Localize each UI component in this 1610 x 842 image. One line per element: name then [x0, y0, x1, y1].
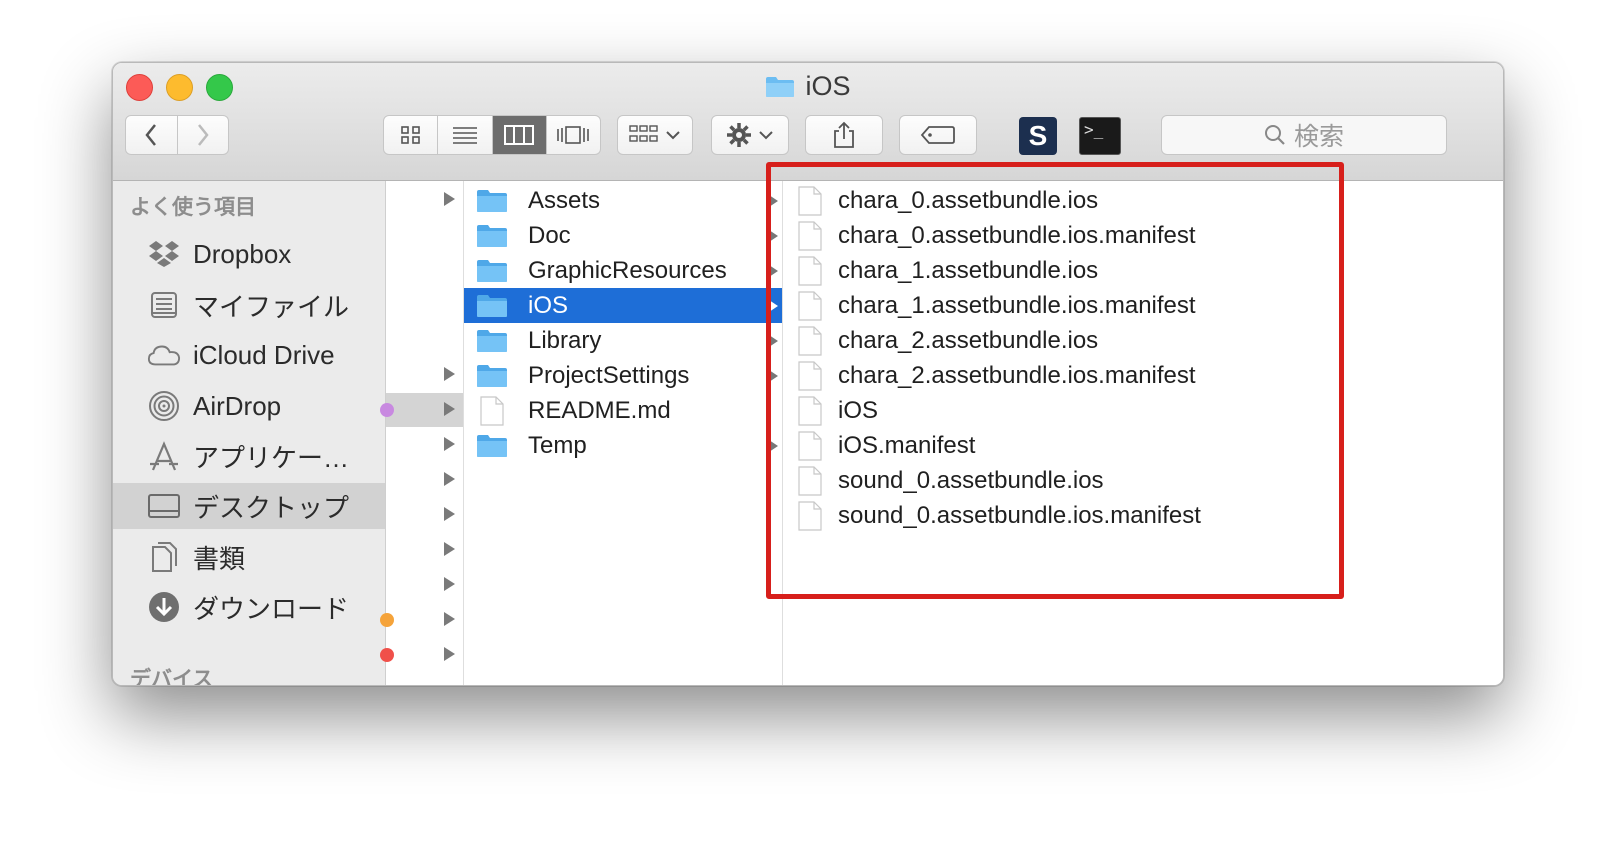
list-icon — [452, 127, 477, 144]
sidebar-item-my-files[interactable]: マイファイル — [113, 282, 385, 328]
folder-name: GraphicResources — [528, 256, 727, 284]
folder-name: Doc — [528, 221, 571, 249]
view-mode-control — [383, 115, 601, 155]
cover-flow-icon — [557, 126, 590, 144]
window-title-text: iOS — [805, 71, 851, 101]
chevron-down-icon — [759, 131, 773, 140]
disclosure-arrow[interactable] — [444, 542, 455, 556]
folder-icon — [477, 364, 507, 387]
disclosure-arrow[interactable] — [444, 402, 455, 416]
highlight-box-annotation — [766, 162, 1344, 599]
sidebar-item-label: デスクトップ — [193, 492, 350, 523]
folder-icon — [477, 294, 507, 317]
devices-header: デバイス — [130, 668, 214, 686]
tags-button[interactable] — [899, 115, 977, 155]
sidebar-item-desktop[interactable]: デスクトップ — [113, 483, 385, 529]
disclosure-arrow[interactable] — [444, 437, 455, 451]
folder-icon — [477, 329, 507, 352]
icon-view-button[interactable] — [384, 116, 439, 154]
folder-row-graphicresources[interactable]: GraphicResources — [464, 253, 782, 288]
action-button[interactable] — [711, 115, 789, 155]
disclosure-arrow[interactable] — [444, 472, 455, 486]
disclosure-arrow[interactable] — [444, 192, 455, 206]
folder-row-library[interactable]: Library — [464, 323, 782, 358]
sidebar-item-label: Dropbox — [193, 238, 292, 269]
orange-tag-dot — [380, 613, 394, 627]
tag-icon — [920, 126, 955, 144]
sidebar-item-downloads[interactable]: ダウンロード — [113, 584, 385, 630]
folder-name: ProjectSettings — [528, 361, 690, 389]
document-icon — [480, 395, 504, 426]
forward-button[interactable] — [178, 116, 229, 154]
disclosure-arrow[interactable] — [444, 612, 455, 626]
arrange-button[interactable] — [617, 115, 693, 155]
sidebar-item-label: ダウンロード — [193, 593, 350, 624]
disclosure-arrow[interactable] — [444, 577, 455, 591]
sidebar-item-label: 書類 — [193, 543, 246, 574]
sidebar-item-label: AirDrop — [193, 390, 282, 421]
column-view-button[interactable] — [492, 116, 547, 154]
gear-icon — [727, 123, 751, 147]
sidebar-item-label: アプリケー… — [193, 442, 350, 473]
dropbox-icon — [147, 237, 181, 271]
red-tag-dot — [380, 648, 394, 662]
terminal-icon[interactable]: >_ — [1079, 117, 1121, 155]
folder-icon — [477, 434, 507, 457]
airdrop-icon — [147, 389, 181, 423]
documents-icon — [147, 540, 181, 574]
chevron-left-icon — [145, 124, 157, 146]
file-row-readme[interactable]: README.md — [464, 393, 782, 428]
folder-name: Assets — [528, 186, 601, 214]
favorites-header: よく使う項目 — [130, 196, 256, 219]
folder-row-ios[interactable]: iOS — [464, 288, 782, 323]
s-app-icon[interactable]: S — [1019, 117, 1057, 155]
folder-name: Temp — [528, 431, 587, 459]
my-files-icon — [147, 288, 181, 322]
sidebar-item-label: iCloud Drive — [193, 339, 335, 370]
folder-row-projectsettings[interactable]: ProjectSettings — [464, 358, 782, 393]
share-button[interactable] — [805, 115, 883, 155]
sidebar-item-applications[interactable]: アプリケー… — [113, 433, 385, 479]
folder-row-doc[interactable]: Doc — [464, 218, 782, 253]
cloud-icon — [147, 338, 181, 372]
folder-name: Library — [528, 326, 602, 354]
purple-tag-dot — [380, 403, 394, 417]
applications-icon — [147, 439, 181, 473]
back-button[interactable] — [126, 116, 178, 154]
folder-icon — [477, 224, 507, 247]
folder-icon — [477, 189, 507, 212]
list-view-button[interactable] — [438, 116, 493, 154]
sidebar-item-airdrop[interactable]: AirDrop — [113, 383, 385, 429]
sidebar-item-icloud-drive[interactable]: iCloud Drive — [113, 332, 385, 378]
download-icon — [147, 590, 181, 624]
folder-icon — [766, 76, 795, 97]
sidebar-item-documents[interactable]: 書類 — [113, 534, 385, 580]
folder-icon — [477, 259, 507, 282]
disclosure-arrow[interactable] — [444, 507, 455, 521]
disclosure-arrow[interactable] — [444, 647, 455, 661]
chevron-right-icon — [197, 124, 209, 146]
search-icon — [1264, 125, 1285, 145]
file-name: README.md — [528, 396, 671, 424]
sidebar-item-label: マイファイル — [193, 291, 350, 322]
folder-row-assets[interactable]: Assets — [464, 183, 782, 218]
parent-column — [380, 181, 464, 685]
folder-row-temp[interactable]: Temp — [464, 428, 782, 463]
cover-flow-button[interactable] — [547, 116, 600, 154]
window-title: iOS — [113, 71, 1503, 102]
folder-name: iOS — [528, 291, 569, 319]
disclosure-arrow[interactable] — [444, 367, 455, 381]
grid-icon — [400, 126, 420, 144]
navigation-buttons — [125, 115, 229, 155]
desktop-icon — [147, 489, 181, 523]
columns-icon — [504, 125, 535, 145]
share-icon — [834, 121, 854, 148]
search-field[interactable]: 検索 — [1161, 115, 1447, 155]
arrange-icon — [629, 125, 658, 142]
sidebar-item-dropbox[interactable]: Dropbox — [113, 231, 385, 277]
chevron-down-icon — [666, 131, 680, 140]
folder-column: Assets Doc GraphicResources iOS Library … — [464, 181, 783, 685]
sidebar: よく使う項目 Dropbox マイファイル iCloud Drive AirDr… — [113, 181, 386, 685]
search-placeholder: 検索 — [1293, 123, 1344, 151]
